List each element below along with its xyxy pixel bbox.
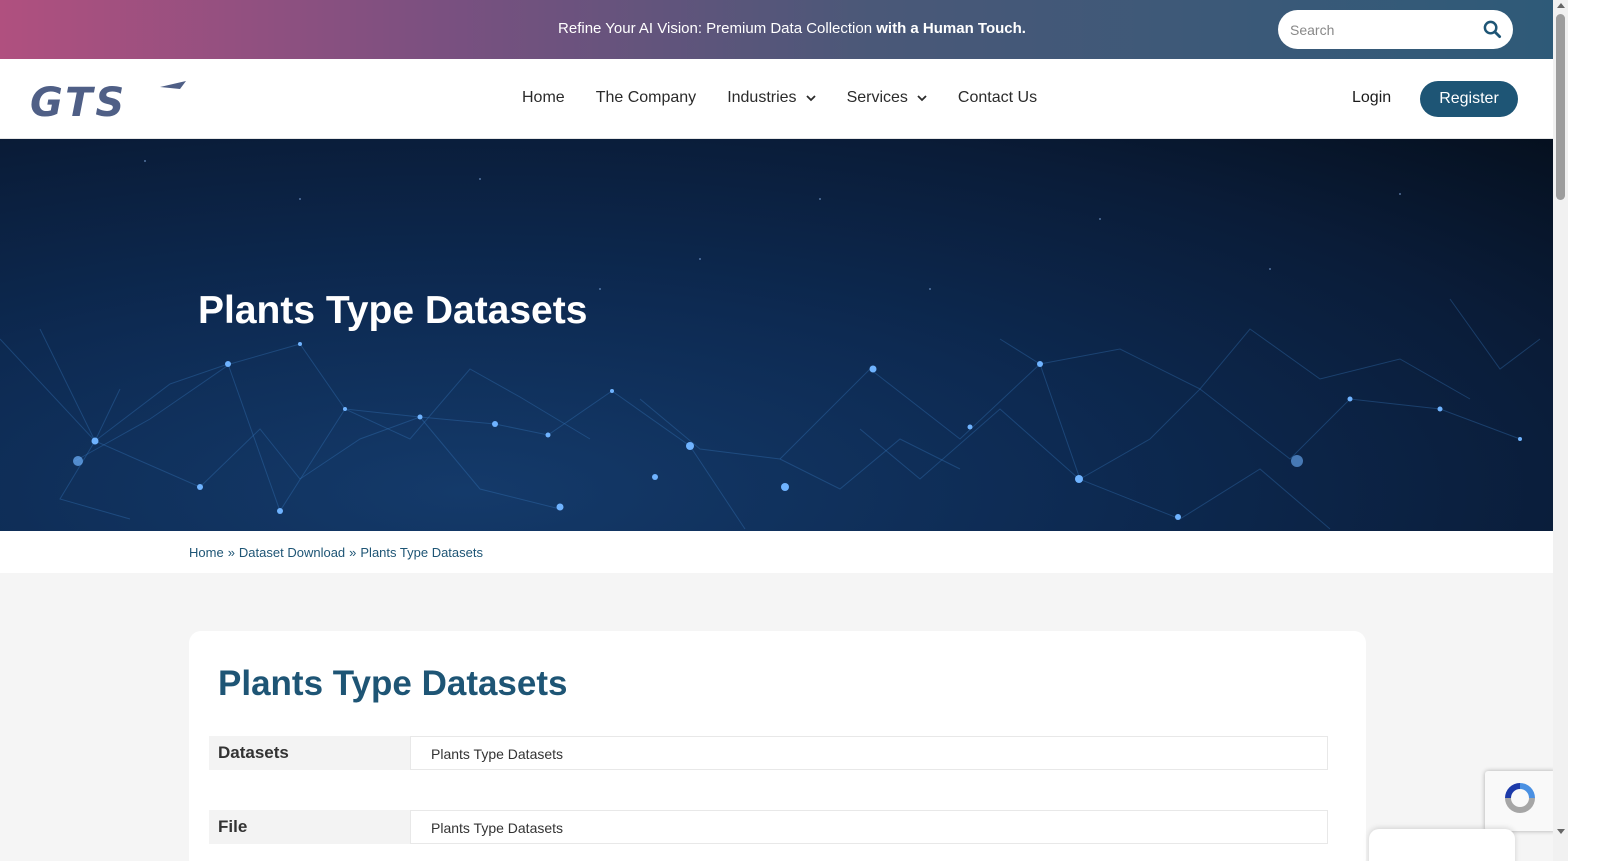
network-background-image (0, 160, 1541, 530)
chat-widget[interactable] (1369, 829, 1515, 861)
window-edge (1568, 0, 1600, 861)
nav-home-label: Home (522, 89, 565, 106)
row-value: Plants Type Datasets (410, 736, 1328, 770)
search-icon[interactable] (1483, 20, 1502, 39)
announcement-text-regular: Refine Your AI Vision: Premium Data Coll… (558, 20, 877, 37)
nav-services-label: Services (846, 89, 908, 106)
gts-logo[interactable]: GTS (28, 79, 188, 119)
nav-the-company[interactable]: The Company (596, 89, 697, 107)
dataset-card: Plants Type Datasets Datasets Plants Typ… (189, 631, 1366, 861)
announcement-bar: Refine Your AI Vision: Premium Data Coll… (0, 0, 1584, 59)
breadcrumb-current: Plants Type Datasets (360, 545, 483, 560)
card-title: Plants Type Datasets (218, 664, 568, 703)
main-nav: Home The Company Industries Services Con… (522, 89, 1068, 107)
row-label: Datasets (209, 736, 410, 770)
scroll-thumb[interactable] (1556, 14, 1565, 200)
recaptcha-icon (1505, 783, 1535, 813)
info-row-file: File Plants Type Datasets (209, 810, 1328, 844)
search-box (1278, 10, 1513, 49)
breadcrumb: Home» Dataset Download» Plants Type Datase… (189, 545, 483, 560)
nav-contact-us[interactable]: Contact Us (958, 89, 1037, 107)
row-value: Plants Type Datasets (410, 810, 1328, 844)
logo-text: GTS (30, 80, 127, 119)
info-row-datasets: Datasets Plants Type Datasets (209, 736, 1328, 770)
chevron-down-icon (917, 94, 927, 101)
nav-home[interactable]: Home (522, 89, 565, 107)
scroll-down-arrow-icon[interactable] (1557, 829, 1565, 834)
scroll-up-arrow-icon[interactable] (1557, 3, 1565, 8)
breadcrumb-separator: » (349, 545, 357, 560)
hero-title: Plants Type Datasets (198, 289, 588, 332)
register-button[interactable]: Register (1420, 81, 1518, 117)
nav-the-company-label: The Company (595, 89, 697, 106)
nav-industries[interactable]: Industries (727, 89, 816, 107)
site-header: GTS Home The Company Industries Services… (0, 59, 1584, 139)
hero-banner: Plants Type Datasets (0, 139, 1553, 531)
nav-industries-label: Industries (727, 89, 797, 106)
breadcrumb-home[interactable]: Home (189, 545, 224, 560)
chevron-down-icon (805, 94, 816, 101)
breadcrumb-bar: Home» Dataset Download» Plants Type Datase… (0, 531, 1553, 573)
search-input[interactable] (1290, 10, 1480, 49)
recaptcha-badge[interactable] (1485, 771, 1555, 831)
breadcrumb-separator: » (227, 545, 235, 560)
nav-contact-us-label: Contact Us (957, 89, 1038, 106)
page-scrollbar[interactable] (1553, 0, 1568, 861)
announcement-text-bold: with a Human Touch. (876, 20, 1026, 37)
nav-services[interactable]: Services (847, 89, 927, 107)
login-link[interactable]: Login (1352, 89, 1391, 107)
breadcrumb-dataset-download[interactable]: Dataset Download (239, 545, 345, 560)
row-label: File (209, 810, 410, 844)
